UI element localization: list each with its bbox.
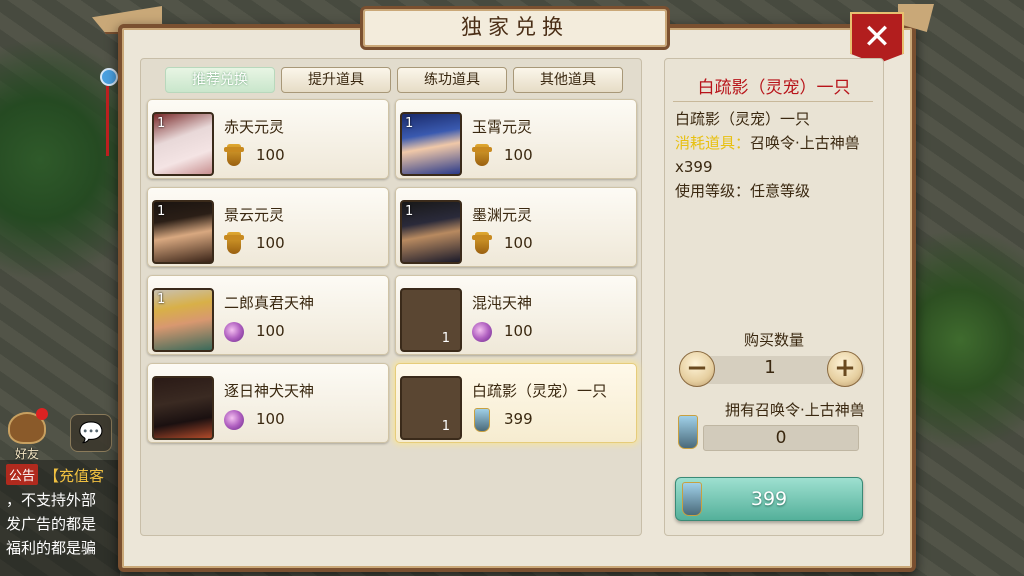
exchange-item-card[interactable]: 1 墨渊元灵 100 [395, 187, 637, 267]
notice-label: 公告 [6, 464, 39, 485]
quantity-plus-button[interactable]: + [827, 351, 863, 387]
item-cost: 100 [504, 322, 533, 340]
detail-title: 白疏影（灵宠）一只 [697, 78, 851, 98]
friends-icon [8, 408, 48, 444]
item-cost: 100 [256, 146, 285, 164]
friends-button[interactable]: 好友 [6, 408, 48, 461]
buy-button[interactable]: 399 [675, 477, 863, 521]
plus-icon: + [834, 353, 856, 383]
item-count: 1 [157, 116, 166, 131]
item-portrait: 1 [152, 200, 214, 264]
exchange-item-card[interactable]: 1 赤天元灵 100 [147, 99, 389, 179]
item-portrait: 1 [400, 376, 462, 440]
item-list-area: 推荐兑换 提升道具 练功道具 其他道具 1 赤天元灵 100 1 玉霄元灵 10… [140, 58, 642, 536]
panel-title: 独家兑换 [461, 15, 569, 39]
item-name: 墨渊元灵 [472, 206, 533, 224]
exchange-item-card[interactable]: 1 玉霄元灵 100 [395, 99, 637, 179]
tab-training-items[interactable]: 练功道具 [397, 67, 507, 93]
close-button[interactable]: ✕ [850, 12, 904, 64]
item-name: 逐日神犬天神 [224, 382, 315, 400]
tab-upgrade-items[interactable]: 提升道具 [281, 67, 391, 93]
item-cost: 399 [504, 410, 533, 428]
tab-other-items[interactable]: 其他道具 [513, 67, 623, 93]
notice-line-1: 【充值客 [44, 467, 105, 485]
divider [673, 101, 873, 102]
item-count: 1 [405, 204, 414, 219]
item-portrait [152, 376, 214, 440]
orb-icon [224, 408, 244, 432]
item-portrait: 1 [400, 200, 462, 264]
owned-label: 拥有召唤令·上古神兽 [725, 401, 865, 419]
item-portrait: 1 [152, 288, 214, 352]
owned-amount: 0 [703, 425, 859, 451]
consume-label: 消耗道具： [675, 134, 751, 152]
detail-line: 白疏影（灵宠）一只 [675, 110, 811, 128]
notice-line-2: ，不支持外部 [6, 491, 97, 509]
minus-icon: − [686, 353, 708, 383]
scroll-icon [224, 232, 244, 256]
scroll-icon [472, 144, 492, 168]
item-name: 玉霄元灵 [472, 118, 533, 136]
close-icon: ✕ [862, 17, 892, 57]
scroll-icon [224, 144, 244, 168]
exchange-item-card[interactable]: 1 二郎真君天神 100 [147, 275, 389, 355]
item-count: 1 [405, 116, 414, 131]
item-count: 1 [441, 419, 450, 434]
item-portrait: 1 [400, 112, 462, 176]
exchange-item-card[interactable]: 逐日神犬天神 100 [147, 363, 389, 443]
item-portrait: 1 [400, 288, 462, 352]
item-cost: 100 [256, 322, 285, 340]
title-plate: 独家兑换 [360, 6, 670, 50]
item-cost: 100 [504, 146, 533, 164]
scroll-icon [472, 232, 492, 256]
item-name: 白疏影（灵宠）一只 [472, 382, 608, 400]
item-cost: 100 [256, 234, 285, 252]
chat-button[interactable]: 💬 [70, 414, 112, 452]
tab-recommended[interactable]: 推荐兑换 [165, 67, 275, 93]
item-detail-panel: 白疏影（灵宠）一只 白疏影（灵宠）一只 消耗道具：召唤令·上古神兽 x399 使… [664, 58, 884, 536]
tassel-ornament [100, 40, 118, 156]
detail-description: 白疏影（灵宠）一只 消耗道具：召唤令·上古神兽 x399 使用等级：任意等级 [675, 107, 875, 203]
item-name: 景云元灵 [224, 206, 285, 224]
item-cost: 100 [256, 410, 285, 428]
orb-icon [224, 320, 244, 344]
item-cost: 100 [504, 234, 533, 252]
item-name: 二郎真君天神 [224, 294, 315, 312]
item-portrait: 1 [152, 112, 214, 176]
exchange-item-card[interactable]: 1 混沌天神 100 [395, 275, 637, 355]
exchange-item-card-selected[interactable]: 1 白疏影（灵宠）一只 399 [395, 363, 637, 443]
quantity-value[interactable]: 1 [725, 357, 815, 378]
quantity-minus-button[interactable]: − [679, 351, 715, 387]
item-count: 1 [157, 204, 166, 219]
item-name: 混沌天神 [472, 294, 533, 312]
summon-token-icon [675, 415, 701, 455]
summon-token-icon [472, 408, 492, 432]
item-count: 1 [441, 331, 450, 346]
quantity-label: 购买数量 [743, 331, 804, 349]
orb-icon [472, 320, 492, 344]
notice-line-4: 福利的都是骗 [6, 539, 97, 557]
item-count: 1 [157, 292, 166, 307]
detail-level-line: 使用等级：任意等级 [675, 182, 811, 200]
chat-bubble-icon: 💬 [78, 420, 104, 444]
notice-line-3: 发广告的都是 [6, 515, 97, 533]
item-name: 赤天元灵 [224, 118, 285, 136]
detail-consume-line: 消耗道具：召唤令·上古神兽 x399 [675, 131, 875, 179]
buy-price: 399 [750, 488, 788, 510]
exchange-item-card[interactable]: 1 景云元灵 100 [147, 187, 389, 267]
